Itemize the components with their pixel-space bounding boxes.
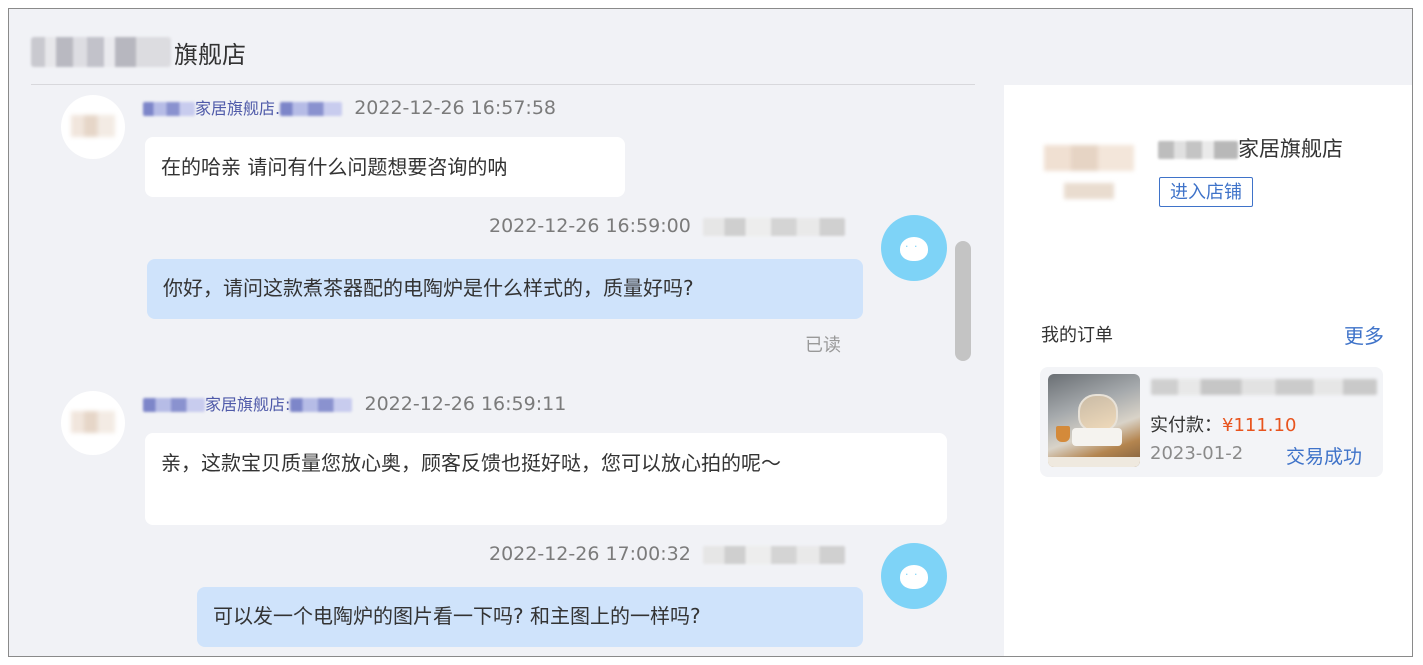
shop-logo[interactable] <box>1044 145 1134 207</box>
message-time: 2022-12-26 16:57:58 <box>354 97 556 119</box>
message-meta: 2022-12-26 16:59:00 <box>489 215 845 237</box>
message-bubble-shop[interactable]: 亲，这款宝贝质量您放心奥，顾客反馈也挺好哒，您可以放心拍的呢～ <box>145 433 947 525</box>
order-card[interactable]: 实付款：¥111.10 2023-01-2 交易成功 <box>1040 367 1383 477</box>
message-time: 2022-12-26 16:59:11 <box>364 393 567 415</box>
message-text: 你好，请问这款煮茶器配的电陶炉是什么样式的，质量好吗? <box>163 276 694 300</box>
order-price: 实付款：¥111.10 <box>1150 411 1296 437</box>
shop-name-redacted <box>31 37 171 67</box>
user-id-redacted <box>702 217 845 236</box>
sender-redacted <box>290 397 353 412</box>
message-meta: 家居旗舰店: 2022-12-26 16:59:11 <box>143 391 566 415</box>
shop-name-redacted <box>1158 141 1238 159</box>
message-text: 可以发一个电陶炉的图片看一下吗? 和主图上的一样吗? <box>213 604 701 628</box>
read-status: 已读 <box>805 335 841 356</box>
message-time: 2022-12-26 16:59:00 <box>489 215 691 237</box>
message-bubble-shop[interactable]: 在的哈亲 请问有什么问题想要咨询的呐 <box>145 137 625 197</box>
sender-name: 家居旗舰店 <box>195 99 276 118</box>
sender-redacted <box>143 101 195 116</box>
message-text: 亲，这款宝贝质量您放心奥，顾客反馈也挺好哒，您可以放心拍的呢～ <box>161 451 781 475</box>
shop-sidebar: 家居旗舰店 进入店铺 我的订单 更多 实付款：¥111.10 2023-01-2… <box>1004 85 1412 656</box>
page-title: 旗舰店 <box>174 41 246 69</box>
chat-window: 旗舰店 家居旗舰店. 2022-12-26 16:57:58 在的哈亲 请问有什… <box>8 8 1413 657</box>
user-avatar[interactable] <box>881 215 947 281</box>
sender-name: 家居旗舰店 <box>205 395 286 414</box>
chat-header: 旗舰店 <box>9 9 1412 85</box>
price-label: 实付款： <box>1150 415 1222 436</box>
user-avatar[interactable] <box>881 543 947 609</box>
message-bubble-user[interactable]: 可以发一个电陶炉的图片看一下吗? 和主图上的一样吗? <box>197 587 863 647</box>
message-bubble-user[interactable]: 你好，请问这款煮茶器配的电陶炉是什么样式的，质量好吗? <box>147 259 863 319</box>
message-time: 2022-12-26 17:00:32 <box>489 543 691 565</box>
shop-name-text: 家居旗舰店 <box>1238 137 1343 161</box>
shop-avatar[interactable] <box>61 95 125 159</box>
order-date: 2023-01-2 <box>1150 443 1244 464</box>
message-text: 在的哈亲 请问有什么问题想要咨询的呐 <box>161 155 508 179</box>
sender-redacted <box>280 101 343 116</box>
product-name-redacted <box>1151 379 1377 395</box>
sidebar-shop-name: 家居旗舰店 <box>1158 133 1343 163</box>
chat-scrollbar[interactable] <box>955 241 971 361</box>
user-id-redacted <box>702 545 845 564</box>
message-meta: 家居旗舰店. 2022-12-26 16:57:58 <box>143 95 556 119</box>
sender-redacted <box>143 397 205 412</box>
more-orders-link[interactable]: 更多 <box>1344 320 1384 349</box>
message-list[interactable]: 家居旗舰店. 2022-12-26 16:57:58 在的哈亲 请问有什么问题想… <box>9 85 1004 656</box>
order-status-link[interactable]: 交易成功 <box>1286 442 1362 469</box>
shop-avatar[interactable] <box>61 391 125 455</box>
price-value: ¥111.10 <box>1222 415 1297 436</box>
orders-title: 我的订单 <box>1041 325 1113 346</box>
product-thumbnail[interactable] <box>1048 374 1140 467</box>
enter-shop-button[interactable]: 进入店铺 <box>1159 177 1253 207</box>
message-meta: 2022-12-26 17:00:32 <box>489 543 845 565</box>
